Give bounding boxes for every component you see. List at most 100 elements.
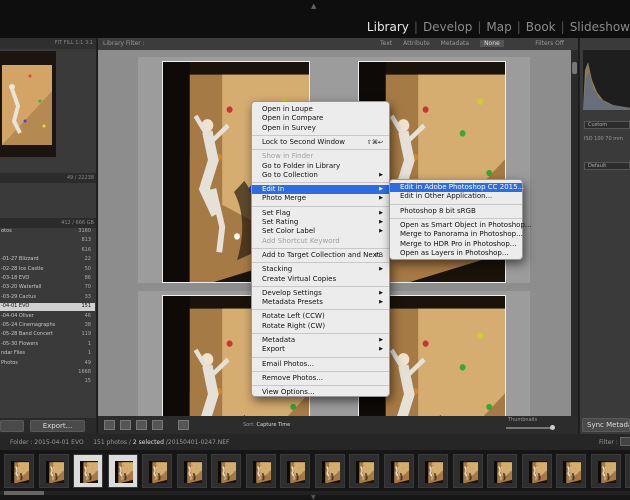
folder-item[interactable]: 1668 [0, 369, 95, 377]
filmstrip-thumbnail[interactable] [383, 454, 414, 488]
folder-item[interactable]: ndar Files 1 [0, 350, 95, 358]
filters-off-select[interactable]: Filters Off [535, 40, 564, 47]
menu-item[interactable]: Photo Merge ▶ [252, 194, 389, 203]
collapse-bottom-icon[interactable]: ▼ [311, 494, 316, 500]
folder-item[interactable]: -03-29 Cactus 33 [0, 294, 95, 302]
filmstrip-thumbnail[interactable] [452, 454, 483, 488]
module-book[interactable]: Book [526, 20, 556, 34]
filmstrip-thumbnail[interactable] [418, 454, 448, 488]
filmstrip-thumbnail[interactable] [73, 454, 103, 488]
grid-scrollbar[interactable] [571, 50, 578, 416]
menu-item[interactable]: Set Color Label ▶ [252, 227, 389, 236]
filmstrip-thumbnail[interactable] [4, 454, 34, 488]
sync-metadata-button[interactable]: Sync Metadata [582, 418, 630, 432]
folders-header[interactable]: 412 / 666 GB [0, 218, 96, 228]
collapse-top-icon[interactable]: ▲ [311, 2, 316, 10]
filmstrip-thumbnail[interactable] [211, 454, 241, 488]
menu-item[interactable]: Photoshop 8 bit sRGB [390, 207, 522, 216]
menu-item[interactable]: Merge to HDR Pro in Photoshop... [390, 240, 522, 249]
filmstrip-thumbnail[interactable] [142, 454, 172, 488]
module-map[interactable]: Map [486, 20, 511, 34]
menu-item[interactable]: Open as Layers in Photoshop... [390, 249, 522, 258]
module-slideshow[interactable]: Slideshow [570, 20, 630, 34]
thumbnail-slider-knob[interactable] [550, 425, 555, 430]
filmstrip-thumbnail[interactable] [107, 454, 138, 488]
menu-item[interactable]: Metadata ▶ [252, 336, 389, 345]
filter-option-none[interactable]: None [480, 40, 504, 47]
folder-item[interactable]: -04-01 EVO 151 [0, 303, 95, 312]
menu-item[interactable]: Edit in Adobe Photoshop CC 2015... [390, 183, 524, 192]
menu-item[interactable]: Go to Folder in Library [252, 162, 389, 171]
folder-item[interactable]: -03-18 EVO 86 [0, 275, 95, 283]
folder-item[interactable]: -01-27 Blizzard 22 [0, 256, 95, 264]
menu-item[interactable]: Merge to Panorama in Photoshop... [390, 230, 523, 239]
menu-item[interactable]: Go to Collection ▶ [252, 171, 389, 180]
folder-item[interactable]: 813 [0, 237, 95, 245]
filmstrip-scroll-thumb[interactable] [4, 491, 44, 495]
menu-item[interactable]: Open in Survey [252, 124, 389, 133]
filmstrip-thumbnail[interactable] [590, 454, 621, 488]
grid-view-button[interactable] [104, 420, 115, 430]
export-button[interactable]: Export... [30, 420, 85, 432]
quick-develop-preset[interactable]: Custom [584, 121, 630, 129]
filter-option-text[interactable]: Text [380, 40, 392, 47]
menu-item[interactable]: Metadata Presets ▶ [252, 298, 389, 307]
filmstrip-filter-select[interactable] [620, 437, 630, 446]
menu-item[interactable]: Open in Loupe [252, 105, 389, 114]
sort-control[interactable]: Sort: Capture Time [243, 422, 290, 428]
filmstrip-source[interactable]: Folder : 2015-04-01 EVO 151 photos / 2 s… [10, 439, 230, 446]
compare-view-button[interactable] [136, 420, 147, 430]
metadata-preset[interactable]: Default [584, 162, 630, 170]
menu-item[interactable]: Add to Target Collection and Next ⇧B [252, 251, 389, 260]
thumbnail-size-slider[interactable] [506, 427, 554, 429]
navigator-header[interactable]: FIT FILL 1:1 3:1 [0, 38, 96, 49]
sort-value[interactable]: Capture Time [257, 422, 291, 428]
folder-item[interactable]: 616 [0, 247, 95, 255]
menu-item[interactable]: Stacking ▶ [252, 265, 389, 274]
import-button[interactable] [0, 420, 24, 432]
menu-item[interactable]: View Options... [252, 388, 389, 397]
folder-item[interactable]: otos 3160 [0, 228, 95, 236]
menu-item[interactable]: Set Flag ▶ [252, 209, 389, 218]
survey-view-button[interactable] [152, 420, 163, 430]
menu-item[interactable]: Develop Settings ▶ [252, 289, 389, 298]
module-library[interactable]: Library [367, 20, 409, 34]
filmstrip-thumbnail[interactable] [245, 454, 276, 488]
filmstrip-thumbnail[interactable] [487, 454, 517, 488]
catalog-header[interactable]: 49 / 22238 [0, 173, 96, 183]
filmstrip-thumbnail[interactable] [38, 454, 69, 488]
menu-item[interactable]: Email Photos... [252, 360, 389, 369]
folder-item[interactable]: -05-28 Band Concert 119 [0, 331, 95, 339]
menu-item[interactable]: Open as Smart Object in Photoshop... [390, 221, 532, 230]
filmstrip-thumbnail[interactable] [625, 454, 630, 488]
menu-item[interactable]: Remove Photos... [252, 374, 389, 383]
navigator-preview[interactable] [0, 51, 56, 157]
filmstrip-thumbnail[interactable] [556, 454, 586, 488]
menu-item[interactable]: Set Rating ▶ [252, 218, 389, 227]
folder-item[interactable]: -05-24 Cinemagraphs 38 [0, 322, 95, 330]
filmstrip-thumbnail[interactable] [280, 454, 310, 488]
folder-item[interactable]: -05-30 Flowers 1 [0, 341, 95, 349]
folder-item[interactable]: -03-20 Waterfall 70 [0, 284, 95, 292]
menu-item[interactable]: Edit in Other Application... [390, 192, 522, 201]
folder-item[interactable]: 15 [0, 378, 95, 386]
menu-item[interactable]: Open in Compare [252, 114, 389, 123]
grid-scroll-thumb[interactable] [572, 62, 577, 74]
filter-option-attribute[interactable]: Attribute [403, 40, 430, 47]
spray-can-icon[interactable] [178, 420, 189, 430]
folder-item[interactable]: Photos 49 [0, 360, 95, 368]
menu-item[interactable]: Rotate Right (CW) [252, 322, 389, 331]
menu-item[interactable]: Edit In ▶ [252, 185, 389, 195]
menu-item[interactable]: Export ▶ [252, 345, 389, 354]
filter-option-metadata[interactable]: Metadata [441, 40, 469, 47]
menu-item[interactable]: Lock to Second Window ⇧⌘↩ [252, 138, 389, 147]
folder-item[interactable]: -04-04 Oliver 46 [0, 313, 95, 321]
menu-item[interactable]: Rotate Left (CCW) [252, 312, 389, 321]
menu-item[interactable]: Create Virtual Copies [252, 275, 389, 284]
filmstrip-thumbnail[interactable] [349, 454, 379, 488]
loupe-view-button[interactable] [120, 420, 131, 430]
filmstrip-thumbnail[interactable] [314, 454, 345, 488]
filmstrip-thumbnail[interactable] [176, 454, 207, 488]
folder-item[interactable]: -02-28 Ice Castle 50 [0, 266, 95, 274]
module-develop[interactable]: Develop [423, 20, 472, 34]
